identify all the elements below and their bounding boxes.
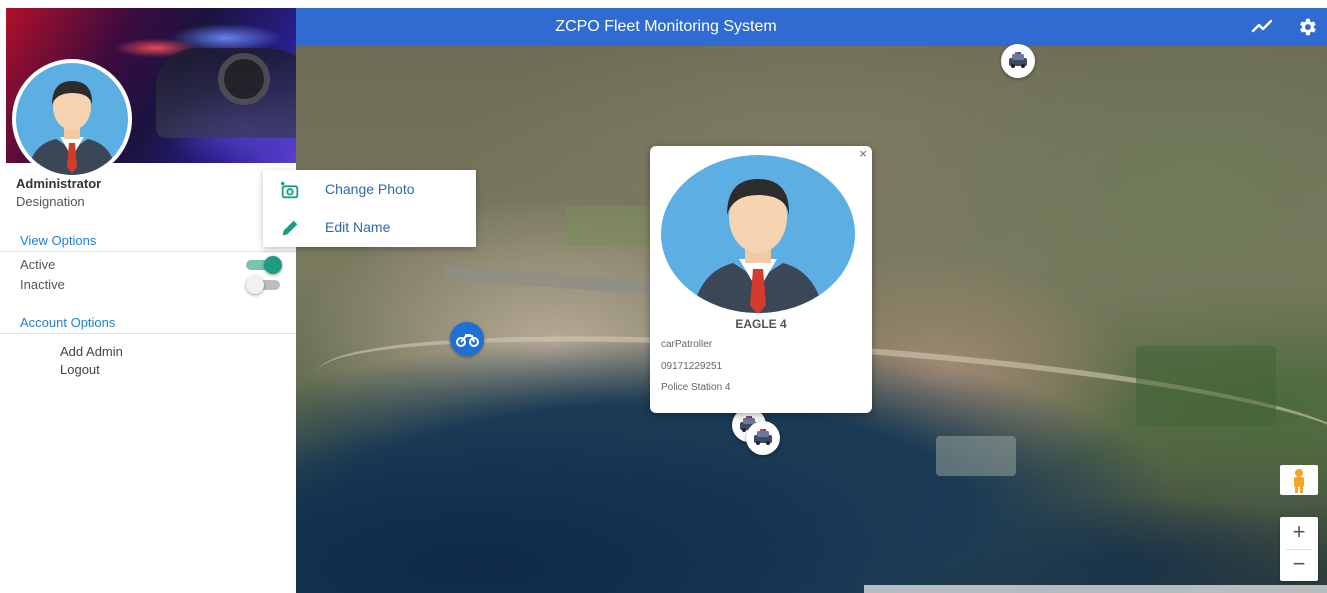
map-field	[1136, 346, 1276, 426]
top-bar: ZCPO Fleet Monitoring System	[296, 8, 1327, 46]
police-car-marker[interactable]	[746, 421, 780, 455]
pencil-icon	[282, 220, 298, 236]
logout-link[interactable]: Logout	[60, 362, 100, 377]
divider	[0, 333, 296, 334]
motorcycle-icon	[456, 334, 479, 347]
toggle-knob	[264, 256, 282, 274]
change-photo-label: Change Photo	[325, 181, 415, 197]
toggle-knob	[246, 276, 264, 294]
user-designation: Designation	[16, 194, 85, 209]
active-toggle[interactable]	[246, 256, 282, 274]
view-option-inactive-label: Inactive	[20, 277, 65, 292]
divider	[0, 251, 296, 252]
map-field	[566, 206, 656, 246]
edit-name-item[interactable]: Edit Name	[263, 208, 476, 246]
vehicle-info-popup: × EAGLE 4 carPatroller 09171229251 Polic…	[650, 146, 872, 413]
zoom-control: + −	[1280, 517, 1318, 581]
avatar-icon	[16, 63, 128, 175]
trending-icon[interactable]	[1251, 17, 1273, 37]
user-name: Administrator	[16, 176, 102, 191]
zoom-in-button[interactable]: +	[1280, 517, 1318, 549]
vehicle-station: Police Station 4	[661, 382, 731, 393]
map-attribution-bar	[864, 585, 1327, 593]
profile-avatar[interactable]	[12, 59, 132, 179]
police-car-marker[interactable]	[1001, 44, 1035, 78]
motorcycle-marker[interactable]	[450, 322, 484, 356]
vehicle-phone: 09171229251	[661, 361, 723, 372]
close-icon[interactable]: ×	[859, 146, 867, 161]
app-title: ZCPO Fleet Monitoring System	[555, 18, 777, 35]
sidebar: Administrator Designation View Options A…	[0, 0, 296, 593]
police-car-icon	[754, 429, 772, 445]
gear-icon[interactable]	[1296, 16, 1318, 38]
profile-menu: Change Photo Edit Name	[263, 170, 476, 247]
street-view-pegman[interactable]	[1280, 465, 1318, 495]
police-car-icon	[1009, 52, 1027, 68]
inactive-toggle[interactable]	[246, 276, 282, 294]
add-admin-link[interactable]: Add Admin	[60, 344, 123, 359]
view-option-active-label: Active	[20, 257, 56, 272]
pegman-icon	[1294, 469, 1304, 493]
map-field	[936, 436, 1016, 476]
account-options-title: Account Options	[20, 315, 116, 330]
edit-name-label: Edit Name	[325, 219, 391, 235]
change-photo-item[interactable]: Change Photo	[263, 170, 476, 208]
vehicle-type: carPatroller	[661, 339, 713, 350]
view-options-title: View Options	[20, 233, 97, 248]
vehicle-callsign: EAGLE 4	[735, 317, 787, 331]
wheel-shape	[218, 53, 270, 105]
avatar-icon	[661, 155, 855, 313]
add-photo-icon	[280, 181, 299, 199]
zoom-out-button[interactable]: −	[1280, 549, 1318, 581]
